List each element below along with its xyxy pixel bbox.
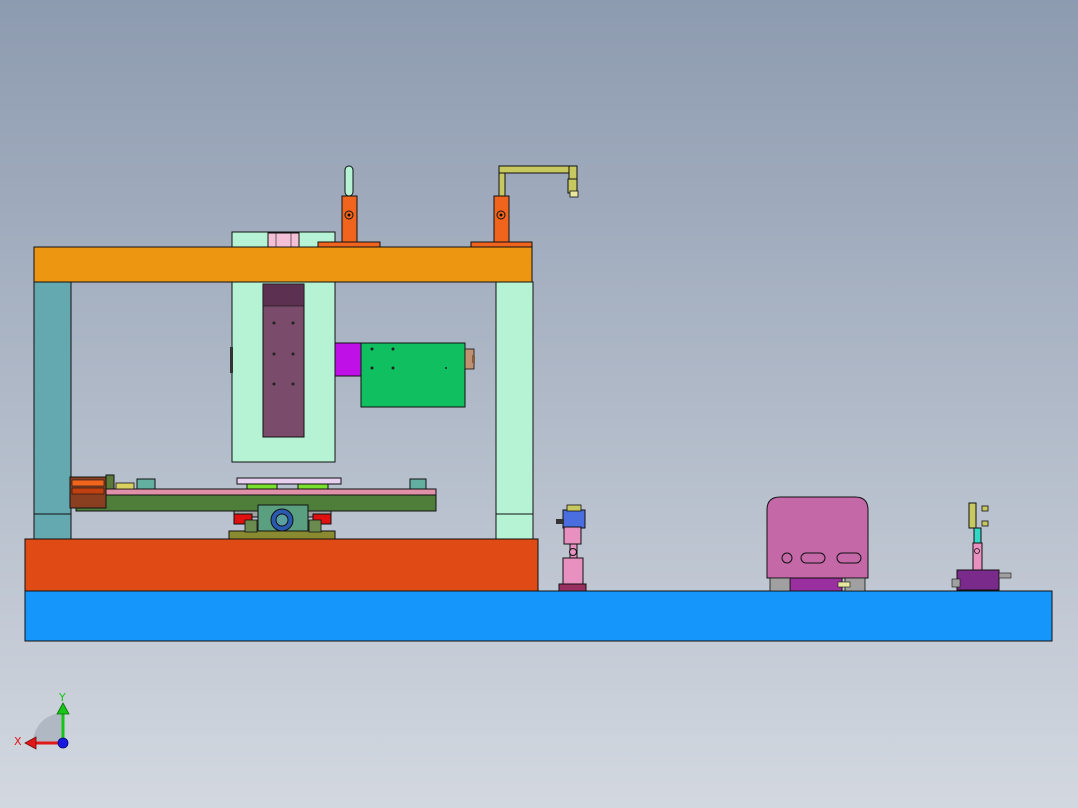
frame-post-right[interactable] [495, 281, 534, 540]
ram-plate[interactable] [262, 283, 305, 438]
hood-enclosure[interactable] [766, 496, 869, 592]
base-block[interactable] [24, 538, 539, 592]
viewport-background [0, 0, 1078, 808]
frame-post-left[interactable] [33, 281, 72, 540]
triad-x-label: X [14, 735, 22, 748]
left-feeder[interactable] [69, 476, 107, 509]
cad-viewport[interactable]: Y X [0, 0, 1078, 808]
frame-top-beam[interactable] [33, 246, 533, 283]
base-plate[interactable] [24, 590, 1053, 642]
triad-y-label: Y [58, 691, 66, 704]
triad-z-axis [57, 737, 69, 749]
left-frame-tab [230, 347, 233, 373]
motor-adapter[interactable] [334, 342, 363, 377]
motor-box[interactable] [360, 342, 475, 408]
